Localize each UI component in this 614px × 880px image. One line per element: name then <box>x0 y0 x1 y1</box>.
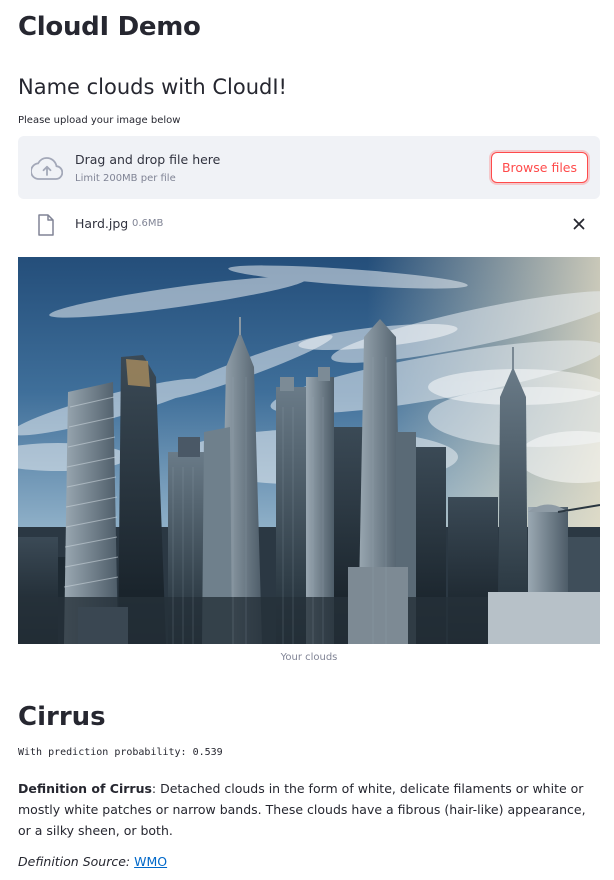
prediction-probability: With prediction probability: 0.539 <box>18 747 223 758</box>
dropzone-instructions: Drag and drop file here <box>75 152 221 167</box>
cloud-definition: Definition of Cirrus: Detached clouds in… <box>18 778 600 841</box>
browse-files-button[interactable]: Browse files <box>491 152 588 183</box>
source-link[interactable]: WMO <box>134 854 167 869</box>
definition-term: Definition of Cirrus <box>18 781 152 796</box>
definition-source: Definition Source: WMO <box>18 853 167 871</box>
uploader-label: Please upload your image below <box>18 115 181 126</box>
page-subtitle: Name clouds with CloudI! <box>18 75 287 99</box>
prediction-label: Cirrus <box>18 702 106 732</box>
cloud-upload-icon <box>31 157 63 180</box>
uploaded-file-row: Hard.jpg 0.6MB <box>18 208 600 240</box>
close-icon <box>573 218 585 230</box>
image-caption: Your clouds <box>280 652 338 663</box>
source-label: Definition Source: <box>18 854 131 869</box>
dropzone-limit: Limit 200MB per file <box>75 173 176 184</box>
file-icon <box>38 214 54 236</box>
file-name: Hard.jpg <box>75 216 129 231</box>
page-title: CloudI Demo <box>18 12 201 42</box>
uploaded-cloud-image <box>18 257 600 644</box>
remove-file-button[interactable] <box>569 214 589 234</box>
city-skyline-photo <box>18 257 600 644</box>
file-size: 0.6MB <box>132 218 164 229</box>
file-dropzone[interactable]: Drag and drop file here Limit 200MB per … <box>18 136 600 199</box>
